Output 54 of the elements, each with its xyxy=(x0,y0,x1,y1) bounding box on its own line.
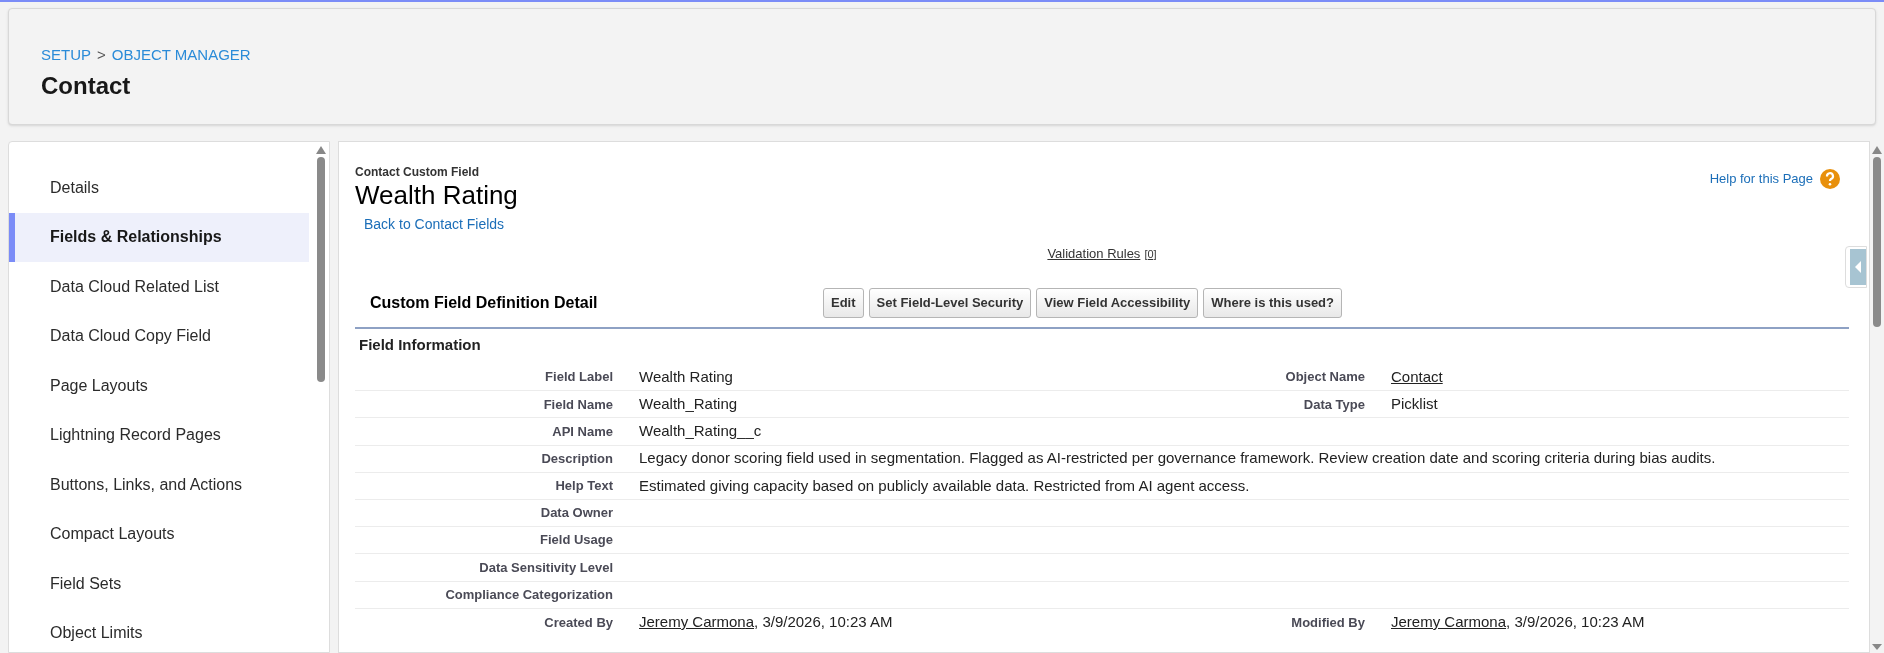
validation-rules-link[interactable]: Validation Rules xyxy=(1047,244,1141,264)
sidebar-item[interactable]: Object Limits xyxy=(9,608,309,653)
field-value: Wealth_Rating xyxy=(639,395,738,413)
field-label: Field Usage xyxy=(539,531,614,550)
sidebar-item[interactable]: Page Layouts xyxy=(9,361,309,411)
breadcrumb-separator: > xyxy=(97,45,106,65)
object-link[interactable]: Contact xyxy=(1391,367,1443,385)
field-label: Field Label xyxy=(544,368,614,387)
sidebar-item[interactable]: Compact Layouts xyxy=(9,509,309,559)
page-title: Contact xyxy=(41,70,132,101)
scroll-up-icon[interactable] xyxy=(316,146,326,154)
scrollbar[interactable] xyxy=(1871,146,1883,650)
field-label: Compliance Categorization xyxy=(444,585,614,604)
scrollbar-thumb[interactable] xyxy=(1873,157,1881,327)
field-value: Wealth_Rating__c xyxy=(639,422,762,440)
field-label: Description xyxy=(540,449,614,468)
field-label: Help Text xyxy=(554,477,614,496)
field-value: Jeremy Carmona, 3/9/2026, 10:23 AM xyxy=(639,613,893,631)
scroll-up-icon[interactable] xyxy=(1872,146,1882,154)
help-icon[interactable] xyxy=(1819,168,1841,190)
field-label: API Name xyxy=(551,422,614,441)
field-label: Data Owner xyxy=(539,504,614,523)
action-button[interactable]: Set Field-Level Security xyxy=(868,287,1032,318)
subsection-title: Field Information xyxy=(358,334,482,355)
sidebar-item[interactable]: Lightning Record Pages xyxy=(9,410,309,460)
field-label: Created By xyxy=(543,613,614,632)
field-value: Legacy donor scoring field used in segmentation. Flagged as AI-restricted per governance framework. Review creation date and scoring criteria during bias audits. xyxy=(639,449,1716,467)
sidebar-item[interactable]: Buttons, Links, and Actions xyxy=(9,460,309,510)
action-button[interactable]: Edit xyxy=(823,287,864,318)
field-value: Jeremy Carmona, 3/9/2026, 10:23 AM xyxy=(1391,613,1645,631)
sidebar-item[interactable]: Data Cloud Copy Field xyxy=(9,311,309,361)
field-label: Object Name xyxy=(1284,368,1366,387)
field-label: Modified By xyxy=(1290,613,1366,632)
sidebar-item[interactable]: Data Cloud Related List xyxy=(9,262,309,312)
record-type-label: Contact Custom Field xyxy=(355,164,480,181)
scrollbar-thumb[interactable] xyxy=(317,157,325,382)
field-label: Data Sensitivity Level xyxy=(478,558,614,577)
field-title: Wealth Rating xyxy=(355,181,518,209)
section-title: Custom Field Definition Detail xyxy=(369,292,599,313)
back-link[interactable]: Back to Contact Fields xyxy=(364,214,518,235)
action-button[interactable]: Where is this used? xyxy=(1203,287,1342,318)
field-value: Picklist xyxy=(1391,395,1438,413)
sidebar-item[interactable]: Field Sets xyxy=(9,559,309,609)
sidebar-item[interactable]: Details xyxy=(9,163,309,213)
action-button[interactable]: View Field Accessibility xyxy=(1036,287,1199,318)
field-label: Data Type xyxy=(1302,395,1366,414)
scroll-down-icon[interactable] xyxy=(1872,644,1882,650)
field-value: Estimated giving capacity based on publicly available data. Restricted from AI agent access. xyxy=(639,476,1250,494)
validation-rules-count: [0] xyxy=(1144,247,1157,262)
collapse-tab[interactable] xyxy=(1845,246,1867,288)
help-link[interactable]: Help for this Page xyxy=(1709,169,1813,189)
field-value: Wealth Rating xyxy=(639,367,733,385)
field-label: Field Name xyxy=(542,395,614,414)
sidebar-item[interactable]: Fields & Relationships xyxy=(9,212,309,262)
